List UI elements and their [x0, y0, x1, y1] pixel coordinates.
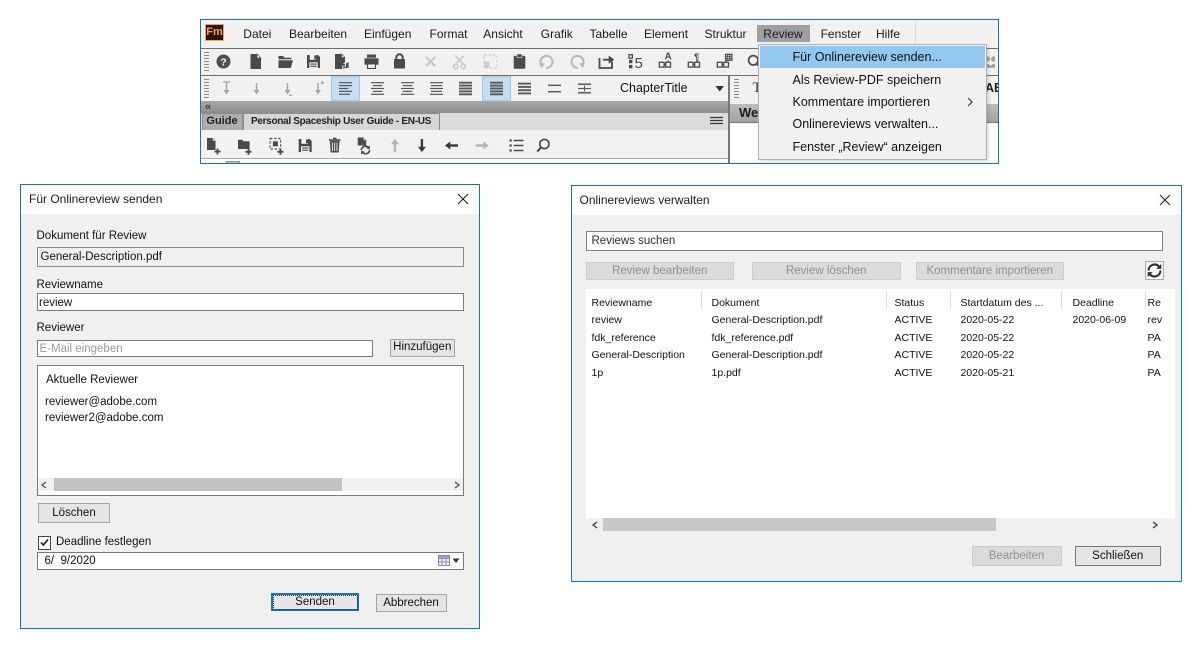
svg-text:5: 5 [635, 55, 643, 72]
svg-text:?: ? [220, 57, 226, 69]
svg-text:A: A [665, 52, 672, 63]
svg-text:¶: ¶ [694, 52, 699, 63]
